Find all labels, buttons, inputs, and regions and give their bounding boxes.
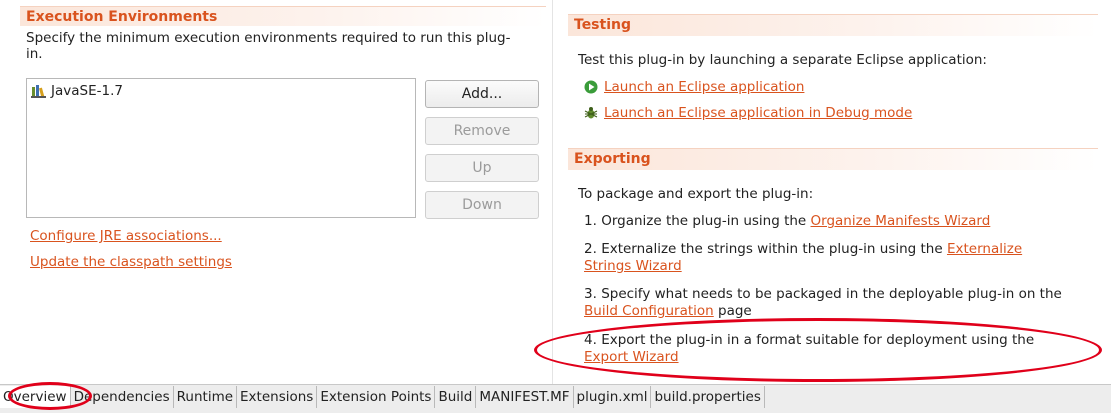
- exporting-header: Exporting: [568, 148, 1098, 170]
- step-text: Organize the plug-in using the: [601, 213, 811, 229]
- update-classpath-link[interactable]: Update the classpath settings: [30, 254, 232, 270]
- remove-button[interactable]: Remove: [425, 117, 539, 145]
- testing-header: Testing: [568, 14, 1098, 36]
- tab-build[interactable]: Build: [435, 386, 477, 408]
- list-item[interactable]: JavaSE-1.7: [31, 83, 123, 99]
- exporting-title: Exporting: [574, 151, 651, 167]
- step-text: Externalize the strings within the plug-…: [601, 241, 947, 257]
- run-icon: [584, 80, 598, 94]
- tab-dependencies[interactable]: Dependencies: [71, 386, 174, 408]
- step-number: 2.: [584, 241, 597, 257]
- execution-environments-description: Specify the minimum execution environmen…: [26, 30, 511, 46]
- export-wizard-link[interactable]: Export Wizard: [584, 349, 679, 365]
- debug-row: Launch an Eclipse application in Debug m…: [584, 105, 912, 121]
- execution-environments-list[interactable]: JavaSE-1.7: [26, 78, 416, 218]
- export-step-1: 1. Organize the plug-in using the Organi…: [584, 213, 1064, 230]
- step-number: 1.: [584, 213, 597, 229]
- tab-extensions[interactable]: Extensions: [237, 386, 318, 408]
- build-configuration-link[interactable]: Build Configuration: [584, 303, 714, 319]
- up-button[interactable]: Up: [425, 154, 539, 182]
- export-step-3: 3. Specify what needs to be packaged in …: [584, 286, 1064, 320]
- step-text: Specify what needs to be packaged in the…: [601, 286, 1062, 302]
- bug-icon: [584, 106, 598, 120]
- tab-extension-points[interactable]: Extension Points: [317, 386, 436, 408]
- add-button[interactable]: Add...: [425, 80, 539, 108]
- step-number: 3.: [584, 286, 597, 302]
- tab-overview[interactable]: Overview: [0, 386, 71, 408]
- export-step-2: 2. Externalize the strings within the pl…: [584, 241, 1064, 275]
- organize-manifests-link[interactable]: Organize Manifests Wizard: [811, 213, 991, 229]
- list-item-label: JavaSE-1.7: [51, 83, 123, 99]
- launch-row: Launch an Eclipse application: [584, 79, 804, 95]
- editor-tab-bar: Overview Dependencies Runtime Extensions…: [0, 384, 1111, 413]
- step-text: Export the plug-in in a format suitable …: [601, 332, 1035, 348]
- tab-build-properties[interactable]: build.properties: [651, 386, 765, 408]
- column-divider: [552, 0, 553, 384]
- execution-environments-header: Execution Environments: [20, 6, 546, 26]
- tab-plugin-xml[interactable]: plugin.xml: [574, 386, 652, 408]
- configure-jre-link[interactable]: Configure JRE associations...: [30, 228, 222, 244]
- launch-eclipse-link[interactable]: Launch an Eclipse application: [604, 79, 804, 95]
- execution-environments-description-cont: in.: [26, 46, 43, 62]
- export-step-4: 4. Export the plug-in in a format suitab…: [584, 332, 1064, 366]
- tab-manifest-mf[interactable]: MANIFEST.MF: [476, 386, 574, 408]
- execution-environments-title: Execution Environments: [26, 9, 218, 25]
- tab-runtime[interactable]: Runtime: [174, 386, 238, 408]
- library-icon: [31, 84, 47, 98]
- step-text-after: page: [713, 303, 752, 319]
- testing-description: Test this plug-in by launching a separat…: [578, 52, 987, 68]
- step-number: 4.: [584, 332, 597, 348]
- exporting-description: To package and export the plug-in:: [578, 186, 814, 202]
- testing-title: Testing: [574, 17, 631, 33]
- down-button[interactable]: Down: [425, 191, 539, 219]
- launch-debug-link[interactable]: Launch an Eclipse application in Debug m…: [604, 105, 912, 121]
